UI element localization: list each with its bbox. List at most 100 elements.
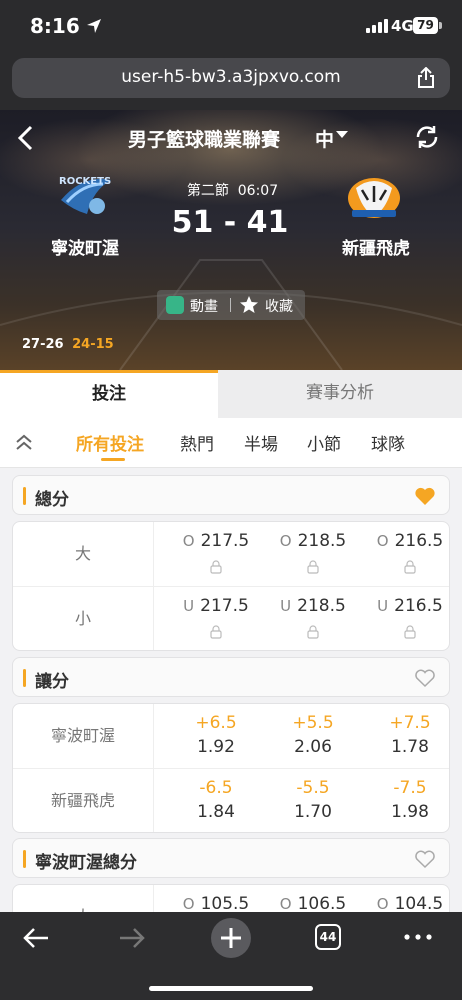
total-line: 105.5 <box>200 894 250 914</box>
odds-cell[interactable]: U 218.5 <box>265 587 361 650</box>
active-filter-underline <box>101 458 125 461</box>
away-team-logo <box>348 178 400 218</box>
section-accent-bar <box>23 850 26 868</box>
chevron-down-icon[interactable] <box>336 131 348 138</box>
section-accent-bar <box>23 487 26 505</box>
odds-cell[interactable]: O 218.5 <box>265 522 361 586</box>
market-title: 總分 <box>35 490 69 510</box>
total-row-under: 小 U 217.5 U 218.5 U 216.5 <box>13 587 449 650</box>
total-line: 216.5 <box>394 531 444 551</box>
url-text[interactable]: user-h5-bw3.a3jpxvo.com <box>12 67 450 87</box>
odds-cell[interactable]: O 216.5 <box>362 522 449 586</box>
handicap-row-away: 新疆飛虎 -6.5 1.84 -5.5 1.70 -7.5 1.98 <box>13 769 449 832</box>
handicap-row-home: 寧波町渥 +6.5 1.92 +5.5 2.06 +7.5 1.78 <box>13 704 449 768</box>
odds-cell[interactable]: -7.5 1.98 <box>362 769 449 832</box>
total-line: 216.5 <box>394 596 443 616</box>
odds-cell[interactable]: -6.5 1.84 <box>168 769 264 832</box>
animation-button[interactable]: 動畫 <box>190 296 218 316</box>
away-team-name: 新疆飛虎 <box>342 239 410 259</box>
battery-icon: 79 <box>413 17 438 34</box>
collapse-all-icon[interactable] <box>14 433 34 453</box>
home-team-name: 寧波町渥 <box>51 239 119 259</box>
divider <box>230 298 231 312</box>
address-bar[interactable]: user-h5-bw3.a3jpxvo.com <box>12 58 450 98</box>
heart-filled-icon[interactable] <box>414 486 436 506</box>
odds-value: 1.98 <box>391 802 429 822</box>
heart-outline-icon[interactable] <box>414 668 436 688</box>
market-header-handicap[interactable]: 讓分 <box>12 657 450 697</box>
home-indicator <box>149 986 313 991</box>
status-time: 8:16 <box>30 14 80 38</box>
row-label: 新疆飛虎 <box>13 769 154 832</box>
back-chevron-icon[interactable] <box>14 124 38 152</box>
signal-icon <box>366 19 388 33</box>
filter-quarter[interactable]: 小節 <box>307 430 341 455</box>
lock-icon <box>210 625 222 639</box>
lock-icon <box>404 560 416 574</box>
odds-cell[interactable]: -5.5 1.70 <box>265 769 361 832</box>
market-card-handicap: 寧波町渥 +6.5 1.92 +5.5 2.06 +7.5 1.78 新疆飛虎 … <box>12 703 450 833</box>
quarter-scores: 27-26 24-15 <box>22 337 114 352</box>
handicap-line: -6.5 <box>199 778 233 798</box>
network-label: 4G <box>391 17 414 35</box>
match-header: 男子籃球職業聯賽 中 ROCKETS 寧波町渥 新疆飛虎 第二節 06:07 5… <box>0 110 462 370</box>
odds-value: 1.78 <box>391 737 429 757</box>
action-pill: 動畫 收藏 <box>157 290 305 320</box>
location-arrow-icon <box>87 19 101 33</box>
main-tabs: 投注 賽事分析 <box>0 370 462 418</box>
period-clock: 第二節 06:07 <box>180 180 285 200</box>
favorite-button[interactable]: 收藏 <box>265 296 293 316</box>
svg-text:ROCKETS: ROCKETS <box>59 176 111 187</box>
back-arrow-icon[interactable] <box>22 926 50 950</box>
row-label: 寧波町渥 <box>13 704 154 768</box>
plus-icon <box>221 928 241 948</box>
home-team-logo: ROCKETS <box>59 176 111 214</box>
market-header-home-total[interactable]: 寧波町渥總分 <box>12 838 450 878</box>
odds-value: 1.70 <box>294 802 332 822</box>
total-line: 104.5 <box>394 894 444 914</box>
animation-icon[interactable] <box>166 296 184 314</box>
total-line: 217.5 <box>200 596 249 616</box>
odds-cell[interactable]: +5.5 2.06 <box>265 704 361 768</box>
filter-half[interactable]: 半場 <box>244 430 278 455</box>
tabs-button[interactable]: 44 <box>315 924 341 950</box>
odds-cell[interactable]: O 217.5 <box>168 522 264 586</box>
match-score: 51 - 41 <box>171 205 289 240</box>
tab-analysis[interactable]: 賽事分析 <box>218 370 462 418</box>
handicap-line: +5.5 <box>292 713 334 733</box>
more-icon[interactable] <box>404 934 432 940</box>
odds-value: 1.84 <box>197 802 235 822</box>
tab-bet[interactable]: 投注 <box>0 370 218 418</box>
forward-arrow-icon[interactable] <box>118 926 146 950</box>
star-icon[interactable] <box>239 295 259 315</box>
share-icon[interactable] <box>416 67 436 89</box>
game-clock: 06:07 <box>237 183 279 199</box>
quarter-score: 24-15 <box>72 337 114 352</box>
odds-cell[interactable]: +6.5 1.92 <box>168 704 264 768</box>
handicap-line: +6.5 <box>195 713 237 733</box>
market-header-total[interactable]: 總分 <box>12 475 450 515</box>
odds-value: 1.92 <box>197 737 235 757</box>
filter-all[interactable]: 所有投注 <box>76 430 144 455</box>
language-selector[interactable]: 中 <box>315 125 334 152</box>
row-label: 小 <box>13 587 154 650</box>
filter-team[interactable]: 球隊 <box>371 430 405 455</box>
refresh-icon[interactable] <box>413 123 441 151</box>
odds-cell[interactable]: +7.5 1.78 <box>362 704 449 768</box>
market-card-total: 大 O 217.5 O 218.5 O 216.5 小 U 217.5 U 218.5 U… <box>12 521 450 651</box>
lock-icon <box>404 625 416 639</box>
odds-value: 2.06 <box>294 737 332 757</box>
market-title: 寧波町渥總分 <box>35 853 137 873</box>
total-line: 217.5 <box>200 531 250 551</box>
total-line: 218.5 <box>297 596 346 616</box>
handicap-line: -5.5 <box>296 778 330 798</box>
filter-popular[interactable]: 熱門 <box>180 430 214 455</box>
total-row-over: 大 O 217.5 O 218.5 O 216.5 <box>13 522 449 586</box>
new-tab-button[interactable] <box>211 918 251 958</box>
browser-toolbar: 44 <box>0 912 462 1000</box>
odds-cell[interactable]: U 216.5 <box>362 587 449 650</box>
browser-chrome: 8:16 4G 79 user-h5-bw3.a3jpxvo.com <box>0 0 462 110</box>
odds-cell[interactable]: U 217.5 <box>168 587 264 650</box>
league-title: 男子籃球職業聯賽 <box>128 129 281 151</box>
heart-outline-icon[interactable] <box>414 849 436 869</box>
